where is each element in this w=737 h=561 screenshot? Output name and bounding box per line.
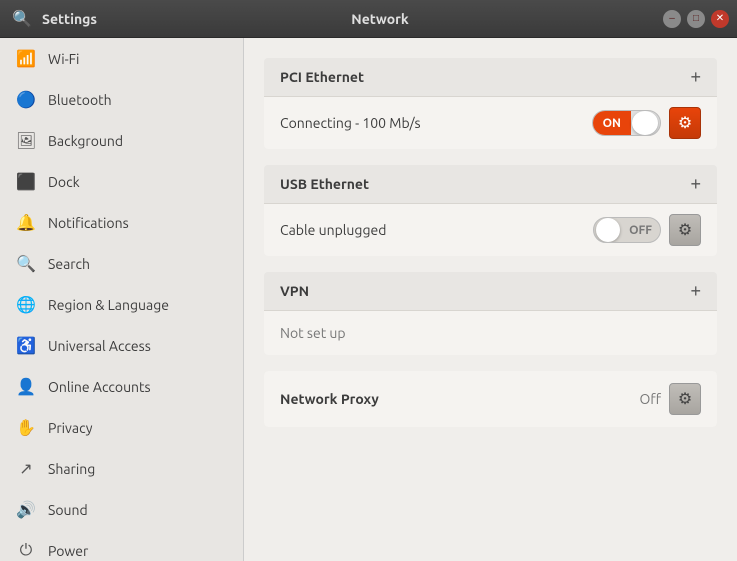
power-icon: ⏻ bbox=[16, 541, 36, 560]
universal-access-icon: ♿ bbox=[16, 336, 36, 355]
pci-toggle-label: ON bbox=[593, 111, 631, 135]
pci-toggle[interactable]: ON bbox=[592, 110, 661, 136]
sidebar-label-bluetooth: Bluetooth bbox=[48, 92, 112, 108]
vpn-not-setup-label: Not set up bbox=[280, 325, 346, 341]
network-proxy-label: Network Proxy bbox=[280, 391, 379, 407]
usb-add-icon: + bbox=[690, 174, 701, 194]
vpn-header: VPN + bbox=[264, 272, 717, 310]
window-title: Network bbox=[351, 11, 409, 27]
sidebar-item-background[interactable]: 🖼 Background bbox=[0, 120, 243, 161]
sidebar-label-notifications: Notifications bbox=[48, 215, 129, 231]
sidebar-label-sound: Sound bbox=[48, 502, 88, 518]
pci-ethernet-section: PCI Ethernet + Connecting - 100 Mb/s ON … bbox=[264, 58, 717, 149]
usb-ethernet-add-button[interactable]: + bbox=[690, 175, 701, 193]
background-icon: 🖼 bbox=[16, 131, 36, 150]
bluetooth-icon: 🔵 bbox=[16, 90, 36, 109]
vpn-add-button[interactable]: + bbox=[690, 282, 701, 300]
sidebar-label-power: Power bbox=[48, 543, 88, 559]
pci-ethernet-header: PCI Ethernet + bbox=[264, 58, 717, 96]
maximize-icon: □ bbox=[693, 13, 699, 24]
close-icon: ✕ bbox=[716, 13, 724, 24]
usb-toggle-label: OFF bbox=[621, 218, 660, 242]
dock-icon: ⬛ bbox=[16, 172, 36, 191]
sidebar-label-background: Background bbox=[48, 133, 123, 149]
vpn-section: VPN + Not set up bbox=[264, 272, 717, 355]
privacy-icon: ✋ bbox=[16, 418, 36, 437]
pci-ethernet-title: PCI Ethernet bbox=[280, 69, 364, 85]
vpn-title: VPN bbox=[280, 283, 309, 299]
sidebar-item-region[interactable]: 🌐 Region & Language bbox=[0, 284, 243, 325]
vpn-add-icon: + bbox=[690, 281, 701, 301]
usb-row-controls: OFF ⚙ bbox=[593, 214, 701, 246]
sidebar-label-wifi: Wi-Fi bbox=[48, 51, 79, 67]
main-content: 📶 Wi-Fi 🔵 Bluetooth 🖼 Background ⬛ Dock … bbox=[0, 38, 737, 561]
proxy-gear-icon: ⚙ bbox=[678, 389, 692, 409]
wifi-icon: 📶 bbox=[16, 49, 36, 68]
pci-add-icon: + bbox=[690, 67, 701, 87]
sidebar-item-bluetooth[interactable]: 🔵 Bluetooth bbox=[0, 79, 243, 120]
minimize-button[interactable]: – bbox=[663, 10, 681, 28]
usb-settings-button[interactable]: ⚙ bbox=[669, 214, 701, 246]
usb-toggle[interactable]: OFF bbox=[593, 217, 661, 243]
sidebar-label-privacy: Privacy bbox=[48, 420, 92, 436]
pci-row-controls: ON ⚙ bbox=[592, 107, 701, 139]
sidebar-item-sound[interactable]: 🔊 Sound bbox=[0, 489, 243, 530]
sidebar-label-universal-access: Universal Access bbox=[48, 338, 151, 354]
titlebar: 🔍 Settings Network – □ ✕ bbox=[0, 0, 737, 38]
sidebar-label-online-accounts: Online Accounts bbox=[48, 379, 151, 395]
minimize-icon: – bbox=[669, 13, 675, 24]
usb-toggle-knob bbox=[596, 218, 620, 242]
pci-ethernet-row: Connecting - 100 Mb/s ON ⚙ bbox=[264, 96, 717, 149]
usb-ethernet-section: USB Ethernet + Cable unplugged OFF ⚙ bbox=[264, 165, 717, 256]
window-controls: – □ ✕ bbox=[663, 10, 729, 28]
pci-ethernet-add-button[interactable]: + bbox=[690, 68, 701, 86]
sidebar-item-power[interactable]: ⏻ Power bbox=[0, 530, 243, 561]
online-accounts-icon: 👤 bbox=[16, 377, 36, 396]
region-icon: 🌐 bbox=[16, 295, 36, 314]
network-proxy-row[interactable]: Network Proxy Off ⚙ bbox=[264, 371, 717, 427]
usb-ethernet-title: USB Ethernet bbox=[280, 176, 369, 192]
sidebar-item-sharing[interactable]: ↗ Sharing bbox=[0, 448, 243, 489]
sidebar-item-dock[interactable]: ⬛ Dock bbox=[0, 161, 243, 202]
sidebar-label-sharing: Sharing bbox=[48, 461, 95, 477]
sidebar-label-region: Region & Language bbox=[48, 297, 169, 313]
pci-toggle-knob bbox=[632, 111, 658, 135]
network-proxy-status: Off bbox=[639, 391, 661, 407]
search-icon: 🔍 bbox=[12, 9, 32, 29]
search-sidebar-icon: 🔍 bbox=[16, 254, 36, 273]
usb-status-label: Cable unplugged bbox=[280, 222, 386, 238]
proxy-settings-button[interactable]: ⚙ bbox=[669, 383, 701, 415]
settings-title: Settings bbox=[42, 11, 97, 27]
titlebar-left: 🔍 Settings bbox=[8, 5, 97, 33]
sidebar-item-privacy[interactable]: ✋ Privacy bbox=[0, 407, 243, 448]
close-button[interactable]: ✕ bbox=[711, 10, 729, 28]
pci-gear-icon: ⚙ bbox=[678, 113, 692, 133]
pci-settings-button[interactable]: ⚙ bbox=[669, 107, 701, 139]
sharing-icon: ↗ bbox=[16, 459, 36, 478]
sidebar-item-search[interactable]: 🔍 Search bbox=[0, 243, 243, 284]
usb-ethernet-header: USB Ethernet + bbox=[264, 165, 717, 203]
sidebar-item-notifications[interactable]: 🔔 Notifications bbox=[0, 202, 243, 243]
sidebar-item-wifi[interactable]: 📶 Wi-Fi bbox=[0, 38, 243, 79]
sidebar: 📶 Wi-Fi 🔵 Bluetooth 🖼 Background ⬛ Dock … bbox=[0, 38, 244, 561]
sidebar-item-universal-access[interactable]: ♿ Universal Access bbox=[0, 325, 243, 366]
sidebar-item-online-accounts[interactable]: 👤 Online Accounts bbox=[0, 366, 243, 407]
sidebar-label-search: Search bbox=[48, 256, 90, 272]
network-proxy-section: Network Proxy Off ⚙ bbox=[264, 371, 717, 427]
pci-status-label: Connecting - 100 Mb/s bbox=[280, 115, 421, 131]
sound-icon: 🔊 bbox=[16, 500, 36, 519]
vpn-not-setup-row: Not set up bbox=[264, 310, 717, 355]
search-button[interactable]: 🔍 bbox=[8, 5, 36, 33]
usb-gear-icon: ⚙ bbox=[678, 220, 692, 240]
usb-ethernet-row: Cable unplugged OFF ⚙ bbox=[264, 203, 717, 256]
maximize-button[interactable]: □ bbox=[687, 10, 705, 28]
sidebar-label-dock: Dock bbox=[48, 174, 80, 190]
proxy-row-controls: Off ⚙ bbox=[639, 383, 701, 415]
notifications-icon: 🔔 bbox=[16, 213, 36, 232]
right-panel: PCI Ethernet + Connecting - 100 Mb/s ON … bbox=[244, 38, 737, 561]
